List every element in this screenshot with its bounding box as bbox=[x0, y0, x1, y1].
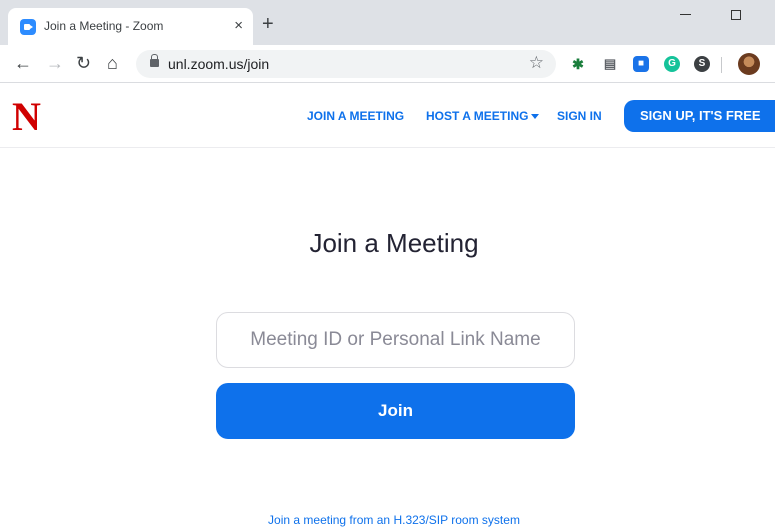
browser-toolbar: ← → ↻ ⌂ unl.zoom.us/join ☆ ✱ ▤ ■ G S bbox=[0, 45, 775, 83]
nav-host-meeting[interactable]: HOST A MEETING bbox=[426, 109, 528, 123]
forward-arrow-icon[interactable]: → bbox=[46, 53, 64, 73]
nav-join-meeting[interactable]: JOIN A MEETING bbox=[307, 109, 404, 123]
meeting-id-input[interactable] bbox=[216, 312, 575, 368]
address-bar[interactable]: unl.zoom.us/join ☆ bbox=[136, 50, 556, 78]
extension-s-icon[interactable]: S bbox=[694, 56, 710, 72]
back-arrow-icon[interactable]: ← bbox=[14, 53, 32, 73]
minimize-window-icon[interactable] bbox=[680, 14, 691, 15]
zoom-favicon-icon bbox=[20, 19, 36, 35]
home-icon[interactable]: ⌂ bbox=[107, 53, 118, 73]
reload-icon[interactable]: ↻ bbox=[76, 53, 91, 73]
extension-blue-icon[interactable]: ■ bbox=[633, 56, 649, 72]
nav-sign-in[interactable]: SIGN IN bbox=[557, 109, 602, 123]
lock-icon[interactable] bbox=[150, 54, 159, 67]
grammarly-icon[interactable]: G bbox=[664, 56, 680, 72]
nebraska-logo[interactable]: N bbox=[12, 97, 41, 137]
signup-button[interactable]: SIGN UP, IT'S FREE bbox=[624, 100, 775, 132]
tab-close-icon[interactable]: × bbox=[234, 16, 243, 36]
toolbar-divider bbox=[721, 57, 722, 73]
room-system-link[interactable]: Join a meeting from an H.323/SIP room sy… bbox=[0, 513, 775, 527]
bookmark-star-icon[interactable]: ☆ bbox=[529, 53, 544, 73]
new-tab-icon[interactable]: + bbox=[262, 14, 274, 34]
tab-title: Join a Meeting - Zoom bbox=[44, 19, 164, 33]
browser-tab-strip: Join a Meeting - Zoom × + bbox=[0, 0, 775, 45]
url-text[interactable]: unl.zoom.us/join bbox=[168, 56, 269, 72]
browser-tab[interactable]: Join a Meeting - Zoom × bbox=[8, 8, 253, 45]
extension-reader-icon[interactable]: ▤ bbox=[602, 56, 618, 72]
chevron-down-icon[interactable] bbox=[531, 114, 539, 119]
page-title: Join a Meeting bbox=[309, 228, 479, 258]
site-header: N JOIN A MEETING HOST A MEETING SIGN IN … bbox=[0, 83, 775, 148]
extension-bug-icon[interactable]: ✱ bbox=[570, 56, 586, 72]
maximize-window-icon[interactable] bbox=[731, 10, 741, 20]
profile-avatar[interactable] bbox=[738, 53, 760, 75]
join-button[interactable]: Join bbox=[216, 383, 575, 439]
